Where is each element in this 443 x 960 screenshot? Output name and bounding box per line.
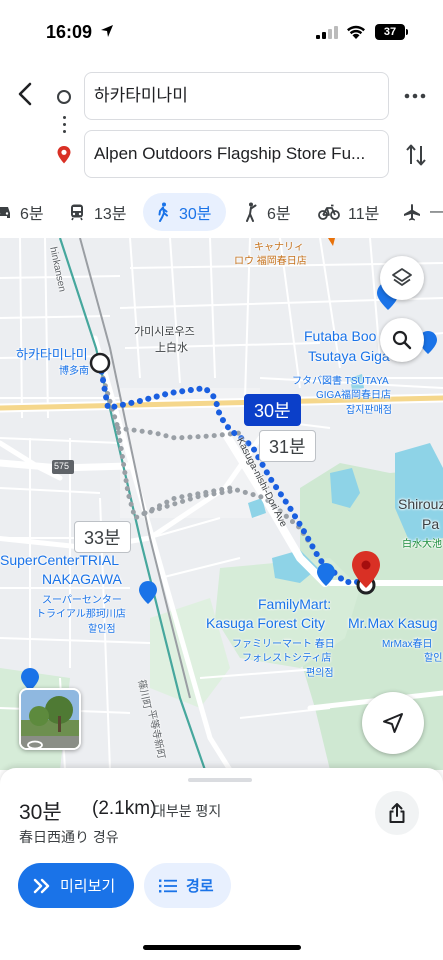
back-arrow-icon bbox=[18, 82, 32, 106]
destination-input[interactable]: Alpen Outdoors Flagship Store Fu... bbox=[84, 130, 389, 178]
map-label-futaba-jp-2: GIGA福岡春日店 bbox=[316, 390, 392, 401]
travel-mode-tabs: 6분 13분 30분 6분 11분 — bbox=[0, 193, 443, 233]
map-label-supercenter-1: SuperCenterTRIAL bbox=[0, 552, 120, 568]
street-view-thumbnail[interactable] bbox=[19, 688, 81, 750]
map-label-futaba-jp-1: フタバ図書 TSUTAYA bbox=[292, 376, 389, 387]
map-label-supercenter-kr: 할인점 bbox=[88, 624, 116, 635]
search-icon bbox=[392, 330, 412, 350]
home-indicator bbox=[143, 945, 301, 950]
mode-label: — bbox=[430, 203, 443, 221]
map-label-shirouzu-jp: 白水大池 bbox=[402, 539, 442, 550]
wifi-icon bbox=[347, 25, 365, 39]
map-label-supercenter-2: NAKAGAWA bbox=[42, 571, 122, 587]
steps-button[interactable]: 경로 bbox=[144, 863, 231, 908]
map-label-origin-station-jp: 博多南 bbox=[59, 366, 89, 377]
map-label-shirouzu: Shirouzu bbox=[398, 496, 443, 512]
mode-label: 6분 bbox=[20, 206, 44, 223]
origin-circle-icon bbox=[57, 90, 71, 104]
map-label-familymart-jp-2: フォレストシティ店 bbox=[242, 653, 332, 664]
map-label-familymart-1: FamilyMart: bbox=[258, 596, 332, 612]
map-label-top-shop-1: キャナリィ bbox=[254, 242, 304, 253]
battery-indicator: 37 bbox=[375, 24, 405, 40]
walk-icon bbox=[158, 202, 168, 222]
map-label-futaba-kr: 잡지판매점 bbox=[346, 405, 392, 416]
route-badge-alternate-2[interactable]: 33분 bbox=[74, 521, 131, 553]
route-badge-selected[interactable]: 30분 bbox=[244, 394, 301, 426]
map-view[interactable]: hinkansen キャナリィ ロウ 福岡春日店 가미시로우즈 上白水 하카타미… bbox=[0, 238, 443, 770]
map-label-familymart-jp-1: ファミリーマート 春日 bbox=[232, 639, 335, 650]
swap-button[interactable] bbox=[404, 142, 428, 168]
share-icon bbox=[389, 803, 405, 823]
map-label-futaba-2: Tsutaya Giga bbox=[308, 348, 390, 364]
back-button[interactable] bbox=[12, 78, 40, 110]
map-label-familymart-kr: 편의점 bbox=[306, 668, 334, 679]
map-label-supercenter-jp-1: スーパーセンター bbox=[42, 595, 122, 606]
more-options-button[interactable] bbox=[402, 86, 428, 106]
map-label-kamishiro-kana: 가미시로우즈 bbox=[134, 326, 195, 338]
route-connector-dots bbox=[63, 116, 66, 137]
map-label-origin-station: 하카타미나미 bbox=[16, 347, 88, 362]
route-badge-alternate-1[interactable]: 31분 bbox=[259, 430, 316, 462]
origin-input[interactable]: 하카타미나미 bbox=[84, 72, 389, 120]
route-duration: 30분 bbox=[19, 801, 62, 824]
car-icon bbox=[0, 207, 10, 218]
mode-tab-walking[interactable]: 30분 bbox=[143, 193, 226, 231]
mode-tab-transit[interactable]: 13분 bbox=[68, 193, 127, 231]
map-label-shirouzu-pa: Pa bbox=[422, 516, 440, 532]
map-label-mrmax: Mr.Max Kasug bbox=[348, 615, 438, 631]
map-label-kamishiro-kanji: 上白水 bbox=[155, 342, 188, 354]
mode-label: 30분 bbox=[179, 206, 212, 223]
map-label-road-575: 575 bbox=[54, 461, 70, 471]
route-via: 春日西通り 경유 bbox=[19, 829, 119, 845]
preview-button[interactable]: 미리보기 bbox=[18, 863, 134, 908]
map-label-familymart-2: Kasuga Forest City bbox=[206, 615, 326, 631]
mode-tab-driving[interactable]: 6분 bbox=[0, 193, 44, 231]
flight-icon bbox=[404, 204, 420, 221]
bicycle-icon bbox=[318, 204, 340, 220]
share-button[interactable] bbox=[375, 791, 419, 835]
cellular-signal-icon bbox=[316, 26, 338, 39]
map-label-mrmax-kr: 할인 bbox=[424, 653, 443, 664]
map-label-top-shop-2: ロウ 福岡春日店 bbox=[234, 256, 307, 267]
swap-vert-icon bbox=[406, 144, 426, 166]
more-horiz-icon bbox=[404, 93, 426, 99]
my-location-button[interactable] bbox=[362, 692, 424, 754]
mode-label: 13분 bbox=[94, 206, 127, 223]
list-icon bbox=[159, 879, 177, 892]
mode-tab-flight[interactable]: — bbox=[402, 193, 443, 231]
rideshare-icon bbox=[246, 202, 257, 222]
street-view-image bbox=[21, 690, 79, 748]
steps-button-label: 경로 bbox=[186, 878, 214, 895]
sheet-grabber[interactable] bbox=[188, 778, 252, 782]
battery-tip bbox=[406, 29, 408, 35]
mode-tab-rideshare[interactable]: 6분 bbox=[243, 193, 291, 231]
layers-icon bbox=[392, 268, 412, 286]
status-time: 16:09 bbox=[46, 22, 93, 42]
route-summary-sheet: 30분 (2.1km) 대부분 평지 春日西通り 경유 미리보기 경로 bbox=[0, 768, 443, 960]
navigation-arrow-icon bbox=[383, 713, 403, 733]
map-label-supercenter-jp-2: トライアル那珂川店 bbox=[36, 609, 126, 620]
status-bar: 16:09 37 bbox=[0, 0, 443, 62]
location-arrow-icon bbox=[101, 25, 113, 37]
mode-label: 6분 bbox=[267, 206, 291, 223]
mode-tab-cycling[interactable]: 11분 bbox=[318, 193, 379, 231]
double-chevron-right-icon bbox=[33, 878, 50, 893]
mode-label: 11분 bbox=[348, 206, 380, 223]
destination-pin-icon bbox=[57, 146, 71, 164]
search-along-route-button[interactable] bbox=[380, 318, 424, 362]
map-label-mrmax-jp: MrMax春日 bbox=[382, 639, 433, 650]
preview-button-label: 미리보기 bbox=[60, 878, 116, 895]
layers-button[interactable] bbox=[380, 256, 424, 300]
route-distance: (2.1km) bbox=[92, 798, 157, 819]
map-label-futaba-1: Futaba Boo bbox=[304, 328, 377, 344]
route-terrain: 대부분 평지 bbox=[153, 803, 222, 819]
transit-icon bbox=[71, 204, 83, 221]
